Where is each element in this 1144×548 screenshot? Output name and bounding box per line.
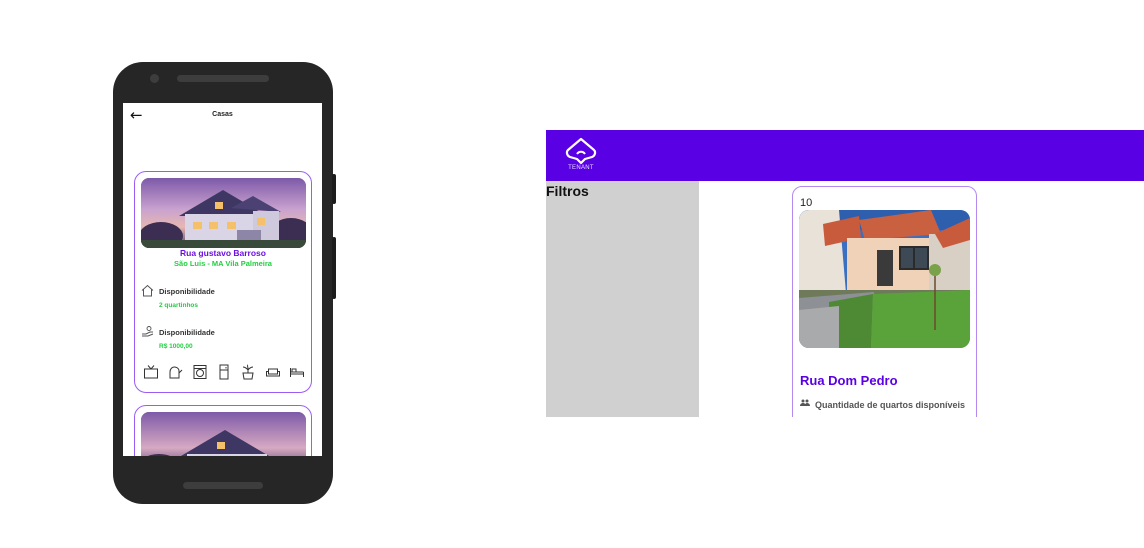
house-outline-icon [141, 284, 155, 298]
house-card[interactable] [134, 405, 312, 456]
tenant-logo[interactable]: TENANT [564, 136, 598, 176]
power-button [332, 174, 336, 204]
desktop-view: TENANT Filtros 10 Rua Dom Pedro Quantida… [546, 130, 1144, 417]
address-line-2: São Luis - MA Vila Palmeira [174, 259, 272, 268]
bottom-speaker [183, 482, 263, 489]
bed-icon [289, 368, 304, 377]
brand-name: TENANT [568, 165, 594, 171]
amenities-row [143, 364, 305, 380]
kettle-icon [169, 366, 183, 379]
sofa-icon [265, 368, 280, 377]
front-camera [150, 74, 159, 83]
filters-title: Filtros [546, 183, 589, 199]
top-speaker [177, 75, 269, 82]
washing-machine-icon [193, 365, 207, 379]
price-value: R$ 1000,00 [159, 343, 193, 350]
plant-pot-icon [242, 364, 254, 380]
house-card[interactable]: Rua gustavo Barroso São Luis - MA Vila P… [134, 171, 312, 393]
availability-value: 2 quartinhos [159, 302, 199, 309]
house-photo [141, 178, 306, 248]
fridge-icon [219, 364, 229, 380]
page-title: Casas [212, 111, 233, 118]
hand-money-icon [141, 325, 155, 339]
phone-screen: ← Casas Rua gustavo Barroso São Luis - M… [123, 103, 322, 456]
card-count: 10 [800, 197, 813, 209]
rooms-label: Quantidade de quartos disponíveis [815, 400, 966, 410]
house-logo-icon [565, 137, 597, 165]
house-card[interactable]: 10 Rua Dom Pedro Quantidade de quartos d… [792, 186, 977, 417]
stage: ← Casas Rua gustavo Barroso São Luis - M… [0, 0, 1144, 548]
app-header: TENANT [546, 130, 1144, 181]
volume-button [332, 237, 336, 299]
house-photo [141, 412, 306, 456]
price-label: Disponibilidade [159, 328, 215, 337]
people-icon [800, 399, 810, 410]
tv-icon [144, 365, 158, 379]
rooms-value [815, 413, 817, 417]
availability-label: Disponibilidade [159, 287, 215, 296]
street-name: Rua Dom Pedro [800, 373, 898, 388]
house-photo [799, 210, 970, 348]
mobile-header: ← Casas [123, 103, 322, 129]
address-line-1: Rua gustavo Barroso [180, 248, 266, 258]
phone-mockup: ← Casas Rua gustavo Barroso São Luis - M… [113, 62, 336, 504]
filters-sidebar: Filtros [546, 181, 699, 417]
